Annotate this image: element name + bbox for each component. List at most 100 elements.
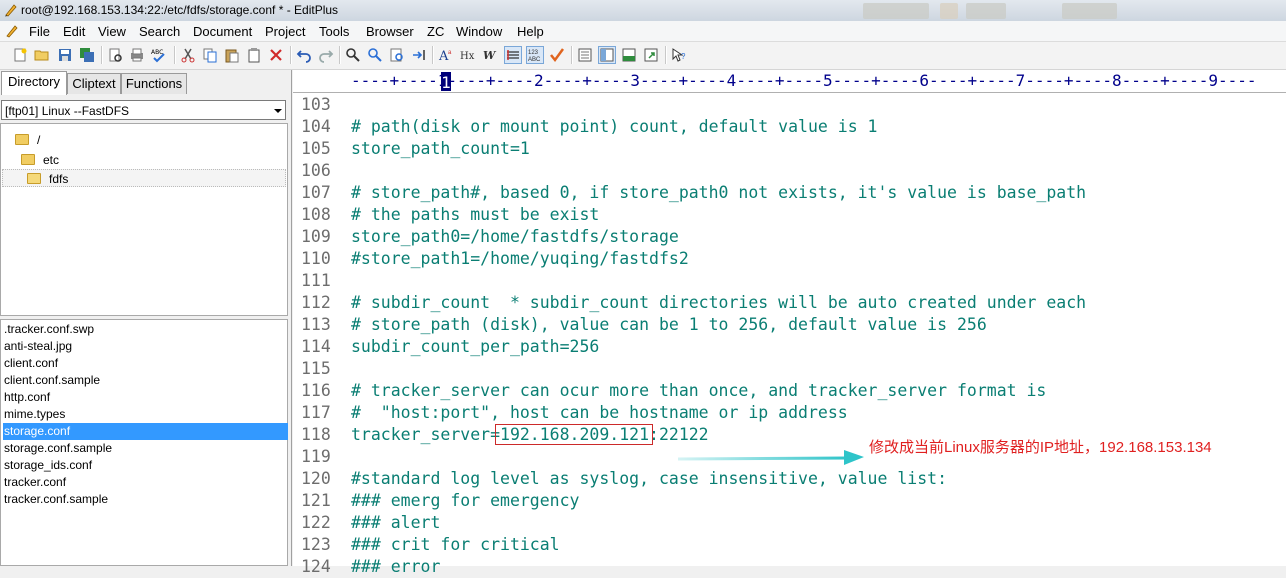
tab-cliptext[interactable]: Cliptext: [67, 73, 121, 94]
menu-help[interactable]: Help: [517, 24, 544, 39]
line-number-icon[interactable]: 123ABC: [526, 46, 544, 64]
menu-project[interactable]: Project: [265, 24, 305, 39]
browser-preview-icon[interactable]: [643, 47, 659, 63]
code-line[interactable]: 122 ### alert: [293, 512, 1283, 534]
directory-tree[interactable]: / etc fdfs: [0, 123, 288, 316]
code-line[interactable]: 121 ### emerg for emergency: [293, 490, 1283, 512]
menu-edit[interactable]: Edit: [63, 24, 85, 39]
file-item[interactable]: storage.conf.sample: [3, 440, 288, 457]
line-text[interactable]: #store_path1=/home/yuqing/fastdfs2: [351, 248, 689, 270]
code-line[interactable]: 104 # path(disk or mount point) count, de…: [293, 116, 1283, 138]
save-all-icon[interactable]: [79, 47, 95, 63]
undo-icon[interactable]: [296, 47, 312, 63]
code-line[interactable]: 106: [293, 160, 1283, 182]
file-item-selected[interactable]: storage.conf: [3, 423, 288, 440]
code-line[interactable]: 115: [293, 358, 1283, 380]
column-ruler[interactable]: ----+----1----+----2----+----3----+----4…: [293, 70, 1286, 93]
code-line[interactable]: 120 #standard log level as syslog, case i…: [293, 468, 1283, 490]
font-icon[interactable]: Aa: [438, 47, 454, 63]
print-icon[interactable]: [129, 47, 145, 63]
line-text[interactable]: #standard log level as syslog, case inse…: [351, 468, 947, 490]
print-preview-icon[interactable]: [107, 47, 123, 63]
file-item[interactable]: tracker.conf.sample: [3, 491, 288, 508]
context-help-icon[interactable]: ?: [671, 47, 687, 63]
file-item[interactable]: http.conf: [3, 389, 288, 406]
document-list-icon[interactable]: [577, 47, 593, 63]
chevron-down-icon[interactable]: [274, 109, 282, 113]
open-folder-icon[interactable]: [34, 47, 50, 63]
new-file-icon[interactable]: [12, 47, 28, 63]
code-line[interactable]: 113 # store_path (disk), value can be 1 t…: [293, 314, 1283, 336]
directory-window-icon[interactable]: [598, 46, 616, 64]
save-icon[interactable]: [57, 47, 73, 63]
code-line[interactable]: 111: [293, 270, 1283, 292]
code-line[interactable]: 116 # tracker_server can ocur more than o…: [293, 380, 1283, 402]
file-item[interactable]: client.conf.sample: [3, 372, 288, 389]
code-line[interactable]: 110 #store_path1=/home/yuqing/fastdfs2: [293, 248, 1283, 270]
redo-icon[interactable]: [318, 47, 334, 63]
line-text[interactable]: ### crit for critical: [351, 534, 560, 556]
line-text[interactable]: store_path0=/home/fastdfs/storage: [351, 226, 679, 248]
document-menu-icon[interactable]: [6, 24, 19, 38]
line-text[interactable]: ### error: [351, 556, 440, 578]
menu-document[interactable]: Document: [193, 24, 252, 39]
drive-selector[interactable]: [ftp01] Linux --FastDFS: [1, 100, 286, 120]
line-text[interactable]: # store_path (disk), value can be 1 to 2…: [351, 314, 987, 336]
menu-window[interactable]: Window: [456, 24, 502, 39]
menu-zc[interactable]: ZC: [427, 24, 444, 39]
check-icon[interactable]: [549, 47, 565, 63]
line-text[interactable]: ### alert: [351, 512, 440, 534]
code-line[interactable]: 124 ### error: [293, 556, 1283, 578]
editplus-app-icon[interactable]: [4, 3, 18, 17]
find-replace-icon[interactable]: [367, 47, 383, 63]
line-text[interactable]: # the paths must be exist: [351, 204, 599, 226]
clipboard-icon[interactable]: [246, 47, 262, 63]
code-line[interactable]: 108 # the paths must be exist: [293, 204, 1283, 226]
output-window-icon[interactable]: [621, 47, 637, 63]
line-text[interactable]: # "host:port", host can be hostname or i…: [351, 402, 848, 424]
file-item[interactable]: tracker.conf: [3, 474, 288, 491]
code-line[interactable]: 114 subdir_count_per_path=256: [293, 336, 1283, 358]
code-line[interactable]: 105 store_path_count=1: [293, 138, 1283, 160]
folder-item-fdfs[interactable]: fdfs: [2, 169, 286, 187]
file-item[interactable]: anti-steal.jpg: [3, 338, 288, 355]
editor-pane[interactable]: ----+----1----+----2----+----3----+----4…: [293, 70, 1286, 576]
html-toolbar-icon[interactable]: Hx: [460, 47, 476, 63]
folder-item-root[interactable]: /: [15, 131, 40, 149]
code-line[interactable]: 107 # store_path#, based 0, if store_path…: [293, 182, 1283, 204]
copy-icon[interactable]: [202, 47, 218, 63]
ruler-toggle-icon[interactable]: [504, 46, 522, 64]
code-line[interactable]: 103: [293, 94, 1283, 116]
tab-directory[interactable]: Directory: [1, 71, 67, 95]
cut-icon[interactable]: [180, 47, 196, 63]
line-text[interactable]: # store_path#, based 0, if store_path0 n…: [351, 182, 1086, 204]
code-line[interactable]: 109 store_path0=/home/fastdfs/storage: [293, 226, 1283, 248]
line-text[interactable]: store_path_count=1: [351, 138, 530, 160]
spell-check-icon[interactable]: ABC: [151, 47, 167, 63]
code-line[interactable]: 112 # subdir_count * subdir_count directo…: [293, 292, 1283, 314]
folder-item-etc[interactable]: etc: [21, 151, 59, 169]
line-text[interactable]: ### emerg for emergency: [351, 490, 579, 512]
find-icon[interactable]: [345, 47, 361, 63]
line-text[interactable]: # tracker_server can ocur more than once…: [351, 380, 1046, 402]
line-text[interactable]: # path(disk or mount point) count, defau…: [351, 116, 878, 138]
file-item[interactable]: client.conf: [3, 355, 288, 372]
menu-tools[interactable]: Tools: [319, 24, 349, 39]
menu-file[interactable]: File: [29, 24, 50, 39]
menu-browser[interactable]: Browser: [366, 24, 414, 39]
code-line[interactable]: 123 ### crit for critical: [293, 534, 1283, 556]
paste-icon[interactable]: [224, 47, 240, 63]
menu-search[interactable]: Search: [139, 24, 180, 39]
line-text[interactable]: # subdir_count * subdir_count directorie…: [351, 292, 1086, 314]
line-text[interactable]: subdir_count_per_path=256: [351, 336, 599, 358]
file-item[interactable]: mime.types: [3, 406, 288, 423]
tab-functions[interactable]: Functions: [121, 73, 187, 94]
file-item[interactable]: .tracker.conf.swp: [3, 321, 288, 338]
file-item[interactable]: storage_ids.conf: [3, 457, 288, 474]
code-line[interactable]: 117 # "host:port", host can be hostname o…: [293, 402, 1283, 424]
find-in-files-icon[interactable]: [389, 47, 405, 63]
menu-view[interactable]: View: [98, 24, 126, 39]
file-list[interactable]: .tracker.conf.swp anti-steal.jpg client.…: [0, 319, 288, 566]
delete-icon[interactable]: [268, 47, 284, 63]
goto-line-icon[interactable]: [411, 47, 427, 63]
